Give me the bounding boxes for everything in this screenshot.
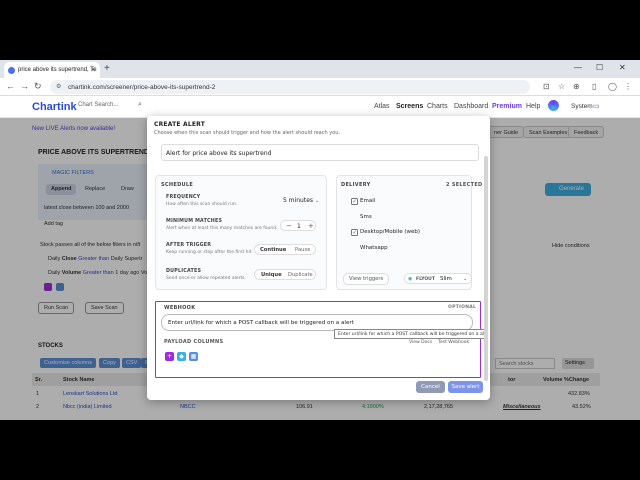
chevron-down-icon: ⌄ (463, 276, 468, 282)
frequency-hint: How often this scan should run. (166, 202, 238, 207)
create-alert-modal: CREATE ALERT Choose when this scan shoul… (147, 116, 490, 400)
plus-icon[interactable]: + (308, 222, 314, 230)
payload-columns-label: PAYLOAD COLUMNS (164, 339, 224, 345)
pause-option[interactable]: Pause (295, 247, 310, 253)
min-matches-value[interactable]: 1 (297, 223, 301, 230)
min-matches-hint: Alert when at least this many matches ar… (166, 226, 278, 231)
email-label[interactable]: Email (360, 198, 375, 204)
cancel-button[interactable]: Cancel (416, 381, 445, 393)
delivery-heading: DELIVERY (341, 182, 371, 188)
webhook-heading: WEBHOOK (164, 305, 196, 311)
flyout-icon: ◉ (408, 276, 413, 282)
desktop-mobile-checkbox[interactable]: ✓ (351, 229, 358, 236)
add-group-icon[interactable]: ◆ (177, 352, 186, 361)
after-trigger-toggle: Continue Pause (254, 244, 316, 255)
flyout-label: FLYOUT (416, 277, 435, 282)
alert-name-input[interactable]: Alert for price above its supertrend (161, 144, 479, 161)
schedule-heading: SCHEDULE (161, 182, 194, 188)
unique-option[interactable]: Unique (261, 272, 282, 278)
frequency-select[interactable]: 5 minutes ⌄ (283, 197, 319, 204)
modal-scrollbar[interactable] (484, 156, 488, 381)
after-trigger-hint: Keep running or stop after the first hit… (166, 250, 253, 255)
edit-columns-icon[interactable]: ▦ (189, 352, 198, 361)
view-docs-link[interactable]: View Docs (409, 340, 432, 345)
sms-checkbox[interactable] (351, 214, 358, 221)
flyout-value: Slim (440, 276, 452, 282)
continue-option[interactable]: Continue (260, 247, 287, 253)
delivery-selected-count: 2 SELECTED (446, 182, 483, 188)
after-trigger-label: AFTER TRIGGER (166, 243, 212, 248)
add-column-icon[interactable]: + (165, 352, 174, 361)
webhook-tooltip: Enter url/link for which a POST callback… (334, 329, 486, 339)
whatsapp-checkbox[interactable] (351, 245, 358, 252)
minus-icon[interactable]: − (286, 222, 292, 230)
chevron-down-icon: ⌄ (314, 198, 320, 204)
frequency-value: 5 minutes (283, 197, 314, 204)
modal-subtitle: Choose when this scan should trigger and… (154, 130, 341, 136)
duplicates-toggle: Unique Duplicate (254, 269, 316, 280)
sms-label[interactable]: Sms (360, 214, 372, 220)
view-triggers-button[interactable]: View triggers (343, 273, 390, 285)
whatsapp-label[interactable]: Whatsapp (360, 245, 388, 251)
modal-title: CREATE ALERT (154, 121, 205, 128)
duplicates-label: DUPLICATES (166, 269, 202, 274)
save-alert-button[interactable]: Save alert (448, 381, 483, 393)
duplicates-hint: Send once or allow repeated alerts. (166, 276, 247, 281)
flyout-select[interactable]: ◉ FLYOUT Slim ⌄ (404, 273, 472, 284)
email-checkbox[interactable]: ✓ (351, 198, 358, 205)
desktop-mobile-label[interactable]: Desktop/Mobile (web) (360, 229, 420, 235)
webhook-optional: OPTIONAL (448, 305, 477, 310)
min-matches-stepper: − 1 + (280, 220, 316, 231)
frequency-label: FREQUENCY (166, 195, 201, 200)
min-matches-label: MINIMUM MATCHES (166, 219, 223, 224)
duplicate-option[interactable]: Duplicate (288, 272, 313, 278)
test-webhook-link[interactable]: Test Webhook (438, 340, 469, 345)
